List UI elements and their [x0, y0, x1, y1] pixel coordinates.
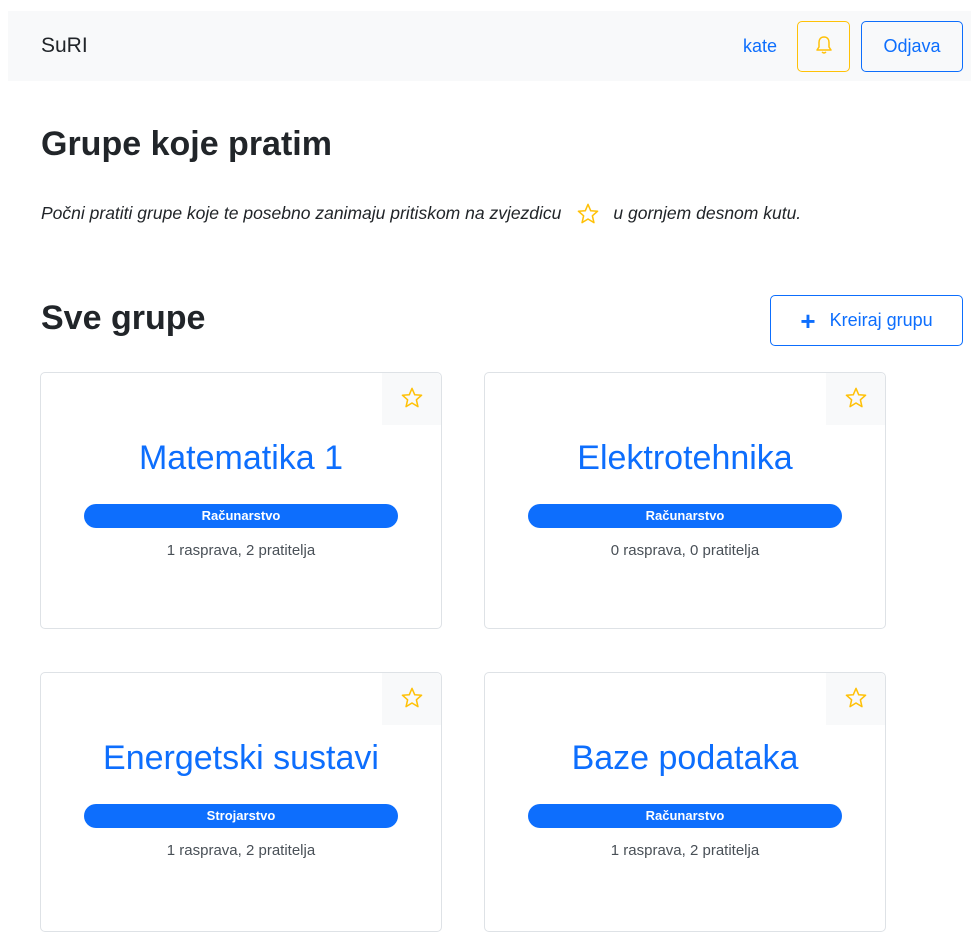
follow-star-button[interactable] — [382, 673, 441, 725]
category-badge: Računarstvo — [528, 804, 842, 828]
hint-text-after: u gornjem desnom kutu. — [613, 203, 802, 223]
star-icon — [845, 387, 867, 411]
group-card: Elektrotehnika Računarstvo 0 rasprava, 0… — [484, 372, 886, 629]
logout-button[interactable]: Odjava — [861, 20, 963, 72]
group-card: Matematika 1 Računarstvo 1 rasprava, 2 p… — [40, 372, 442, 629]
hint-text-before: Počni pratiti grupe koje te posebno zani… — [41, 203, 562, 223]
group-card: Energetski sustavi Strojarstvo 1 rasprav… — [40, 672, 442, 932]
bell-icon — [815, 35, 833, 58]
star-icon — [577, 203, 599, 224]
create-group-label: Kreiraj grupu — [829, 310, 933, 330]
followed-groups-heading: Grupe koje pratim — [41, 125, 332, 163]
group-card: Baze podataka Računarstvo 1 rasprava, 2 … — [484, 672, 886, 932]
group-title-link[interactable]: Energetski sustavi — [41, 739, 441, 778]
plus-icon: + — [800, 305, 816, 336]
brand-logo[interactable]: SuRI — [41, 34, 88, 58]
navbar: SuRI kate Odjava — [8, 11, 971, 81]
group-stats: 0 rasprava, 0 pratitelja — [610, 542, 760, 559]
group-title-link[interactable]: Baze podataka — [485, 739, 885, 778]
category-badge: Računarstvo — [84, 504, 398, 528]
group-stats: 1 rasprava, 2 pratitelja — [166, 842, 316, 859]
group-stats: 1 rasprava, 2 pratitelja — [166, 542, 316, 559]
category-badge: Strojarstvo — [84, 804, 398, 828]
group-stats: 1 rasprava, 2 pratitelja — [610, 842, 760, 859]
follow-star-button[interactable] — [382, 373, 441, 425]
group-title-link[interactable]: Matematika 1 — [41, 439, 441, 478]
category-badge: Računarstvo — [528, 504, 842, 528]
star-icon — [845, 687, 867, 711]
star-icon — [401, 687, 423, 711]
create-group-button[interactable]: + Kreiraj grupu — [770, 295, 963, 346]
group-title-link[interactable]: Elektrotehnika — [485, 439, 885, 478]
follow-star-button[interactable] — [826, 373, 885, 425]
navbar-actions: kate Odjava — [743, 20, 963, 72]
username-link[interactable]: kate — [743, 36, 777, 57]
all-groups-heading: Sve grupe — [41, 299, 206, 337]
star-icon — [401, 387, 423, 411]
notifications-button[interactable] — [797, 20, 850, 72]
follow-star-button[interactable] — [826, 673, 885, 725]
follow-hint: Počni pratiti grupe koje te posebno zani… — [41, 203, 801, 224]
